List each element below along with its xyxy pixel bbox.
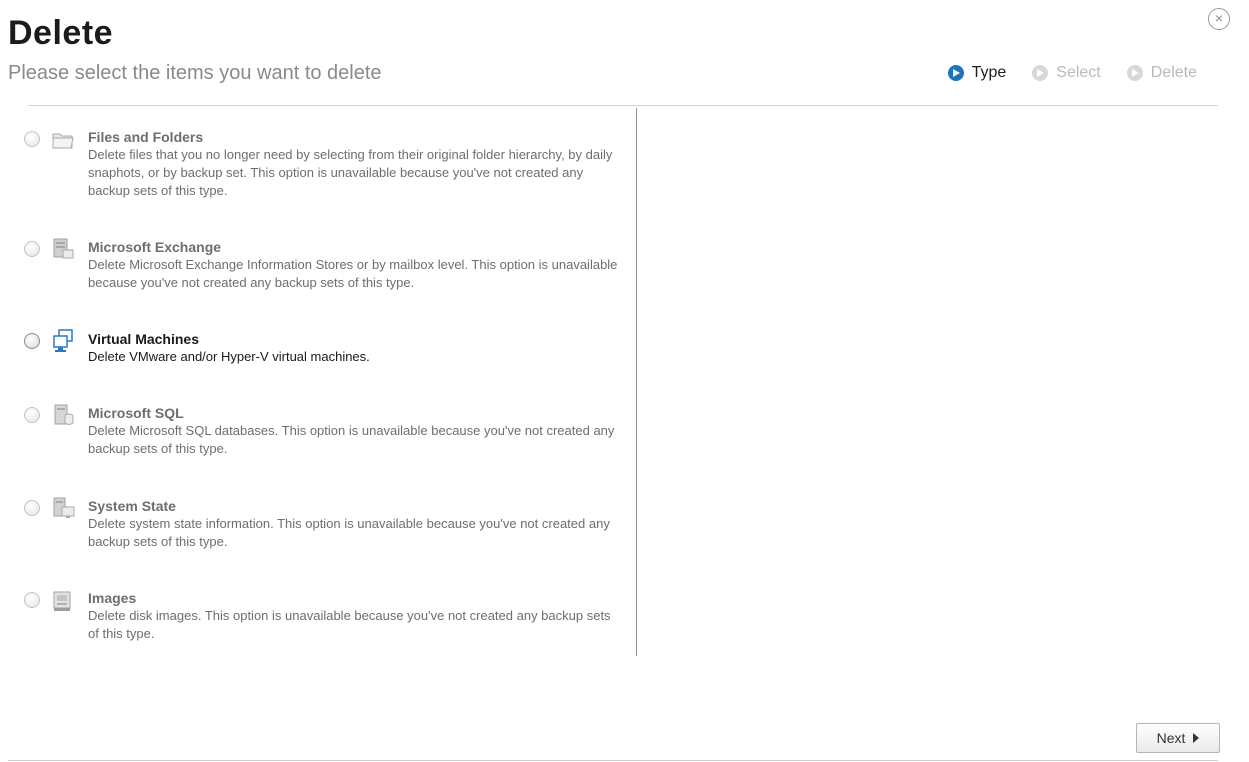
header-divider [28,105,1218,106]
step-select: Select [1032,64,1101,82]
next-button-label: Next [1156,730,1186,746]
step-arrow-icon [947,65,964,81]
system-state-icon [53,497,75,518]
option-virtual-machines[interactable]: Virtual Machines Delete VMware and/or Hy… [22,328,622,402]
option-description: Delete disk images. This option is unava… [88,608,611,641]
radio-button[interactable] [24,500,40,516]
step-label: Delete [1150,64,1197,81]
option-description: Delete files that you no longer need by … [88,147,613,198]
option-name: Microsoft SQL [88,405,184,421]
option-name: System State [88,498,176,514]
step-arrow-icon [1032,65,1049,81]
radio-button[interactable] [24,333,40,349]
option-name: Files and Folders [88,129,204,145]
option-description: Delete VMware and/or Hyper-V virtual mac… [88,349,370,364]
radio-button[interactable] [24,131,40,147]
next-button[interactable]: Next [1136,723,1220,753]
option-description: Delete Microsoft Exchange Information St… [88,257,618,290]
step-delete: Delete [1126,64,1197,82]
wizard-steps: Type Select Delete [947,64,1197,82]
option-name: Virtual Machines [88,331,200,347]
step-arrow-icon [1126,65,1143,81]
step-type: Type [947,64,1007,82]
option-microsoft-sql[interactable]: Microsoft SQL Delete Microsoft SQL datab… [22,402,622,495]
chevron-right-icon [1193,733,1200,743]
exchange-server-icon [53,238,74,259]
radio-button[interactable] [24,407,40,423]
disk-image-icon [53,591,71,611]
option-list: Files and Folders Delete files that you … [22,126,622,659]
panel-divider [636,108,637,656]
option-description: Delete system state information. This op… [88,516,610,549]
option-description: Delete Microsoft SQL databases. This opt… [88,423,615,456]
virtual-machines-icon [53,329,73,352]
option-system-state[interactable]: System State Delete system state informa… [22,495,622,587]
dialog-title: Delete [8,14,114,52]
dialog-subtitle: Please select the items you want to dele… [8,62,382,84]
option-images[interactable]: Images Delete disk images. This option i… [22,587,622,659]
radio-button[interactable] [24,592,40,608]
close-icon[interactable]: × [1208,8,1230,30]
option-files-and-folders[interactable]: Files and Folders Delete files that you … [22,126,622,236]
radio-button[interactable] [24,241,40,257]
step-label: Select [1056,64,1101,81]
option-name: Microsoft Exchange [88,239,222,255]
step-label: Type [971,64,1007,81]
sql-database-icon [54,404,74,425]
footer-divider [8,760,1218,761]
option-microsoft-exchange[interactable]: Microsoft Exchange Delete Microsoft Exch… [22,236,622,328]
folder-icon [52,133,74,149]
option-name: Images [88,590,137,606]
